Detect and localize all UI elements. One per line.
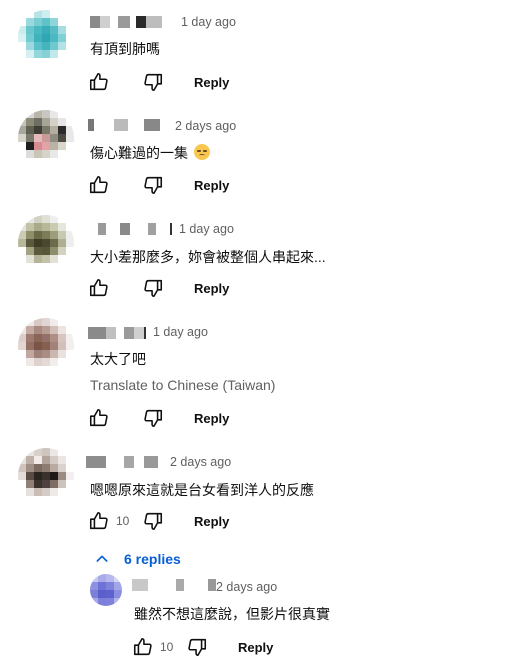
thumbs-up-icon: [89, 511, 108, 530]
thumbs-up-icon: [89, 72, 108, 91]
comment-text: 大小差那麼多，妳會被整個人串起來...: [90, 249, 326, 265]
replies-count-label: 6 replies: [124, 551, 181, 567]
comment-timestamp[interactable]: 1 day ago: [181, 15, 236, 29]
avatar[interactable]: [18, 10, 74, 66]
reply-button[interactable]: Reply: [194, 178, 229, 193]
reply-button[interactable]: Reply: [238, 640, 273, 655]
reply-actions: 10 Reply: [130, 635, 273, 659]
comment-timestamp[interactable]: 1 day ago: [179, 222, 234, 236]
comment-timestamp[interactable]: 2 days ago: [170, 455, 231, 469]
avatar[interactable]: [90, 574, 122, 606]
like-count: 10: [160, 640, 174, 654]
author-name[interactable]: [88, 326, 146, 340]
comment-actions: Reply: [86, 406, 229, 430]
thumbs-down-icon: [188, 638, 207, 657]
like-button[interactable]: [86, 509, 112, 533]
reply-text: 雖然不想這麼說，但影片很真實: [134, 606, 330, 622]
dislike-button[interactable]: [140, 173, 166, 197]
comment-text: 太大了吧: [90, 351, 146, 367]
like-button[interactable]: [86, 70, 112, 94]
emoji-sad-icon: [193, 144, 210, 160]
replies-toggle-button[interactable]: 6 replies: [90, 548, 181, 570]
comment-text: 嗯嗯原來這就是台女看到洋人的反應: [90, 482, 314, 498]
dislike-button[interactable]: [140, 276, 166, 300]
comment-text: 有頂到肺嗎: [90, 41, 160, 57]
comment-text: 傷心難過的一集: [90, 143, 210, 163]
avatar[interactable]: [18, 318, 74, 374]
author-name[interactable]: [132, 578, 216, 592]
like-button[interactable]: [86, 406, 112, 430]
reply-button[interactable]: Reply: [194, 281, 229, 296]
avatar[interactable]: [18, 110, 74, 166]
chevron-up-icon: [96, 555, 108, 562]
comment-actions: 10 Reply: [86, 509, 229, 533]
thumbs-down-icon: [144, 409, 163, 428]
translate-link[interactable]: Translate to Chinese (Taiwan): [90, 377, 275, 393]
like-button[interactable]: [130, 635, 156, 659]
dislike-button[interactable]: [140, 509, 166, 533]
reply-button[interactable]: Reply: [194, 514, 229, 529]
comment-text-content: 傷心難過的一集: [90, 145, 188, 161]
author-name[interactable]: [98, 222, 172, 236]
thumbs-down-icon: [144, 279, 163, 298]
author-name[interactable]: [90, 15, 162, 29]
reply-button[interactable]: Reply: [194, 411, 229, 426]
comment-timestamp[interactable]: 2 days ago: [175, 119, 236, 133]
dislike-button[interactable]: [140, 406, 166, 430]
avatar[interactable]: [18, 448, 74, 504]
thumbs-up-icon: [89, 408, 108, 427]
comment-actions: Reply: [86, 70, 229, 94]
reply-timestamp[interactable]: 2 days ago: [216, 580, 277, 594]
thumbs-down-icon: [144, 73, 163, 92]
comment-timestamp[interactable]: 1 day ago: [153, 325, 208, 339]
thumbs-down-icon: [144, 176, 163, 195]
dislike-button[interactable]: [184, 635, 210, 659]
like-button[interactable]: [86, 276, 112, 300]
author-name[interactable]: [88, 118, 160, 132]
dislike-button[interactable]: [140, 70, 166, 94]
like-count: 10: [116, 514, 130, 528]
thumbs-down-icon: [144, 512, 163, 531]
avatar[interactable]: [18, 215, 74, 271]
comment-actions: Reply: [86, 276, 229, 300]
thumbs-up-icon: [89, 278, 108, 297]
thumbs-up-icon: [133, 637, 152, 656]
comment-actions: Reply: [86, 173, 229, 197]
reply-button[interactable]: Reply: [194, 75, 229, 90]
author-name[interactable]: [86, 455, 158, 469]
like-button[interactable]: [86, 173, 112, 197]
thumbs-up-icon: [89, 175, 108, 194]
